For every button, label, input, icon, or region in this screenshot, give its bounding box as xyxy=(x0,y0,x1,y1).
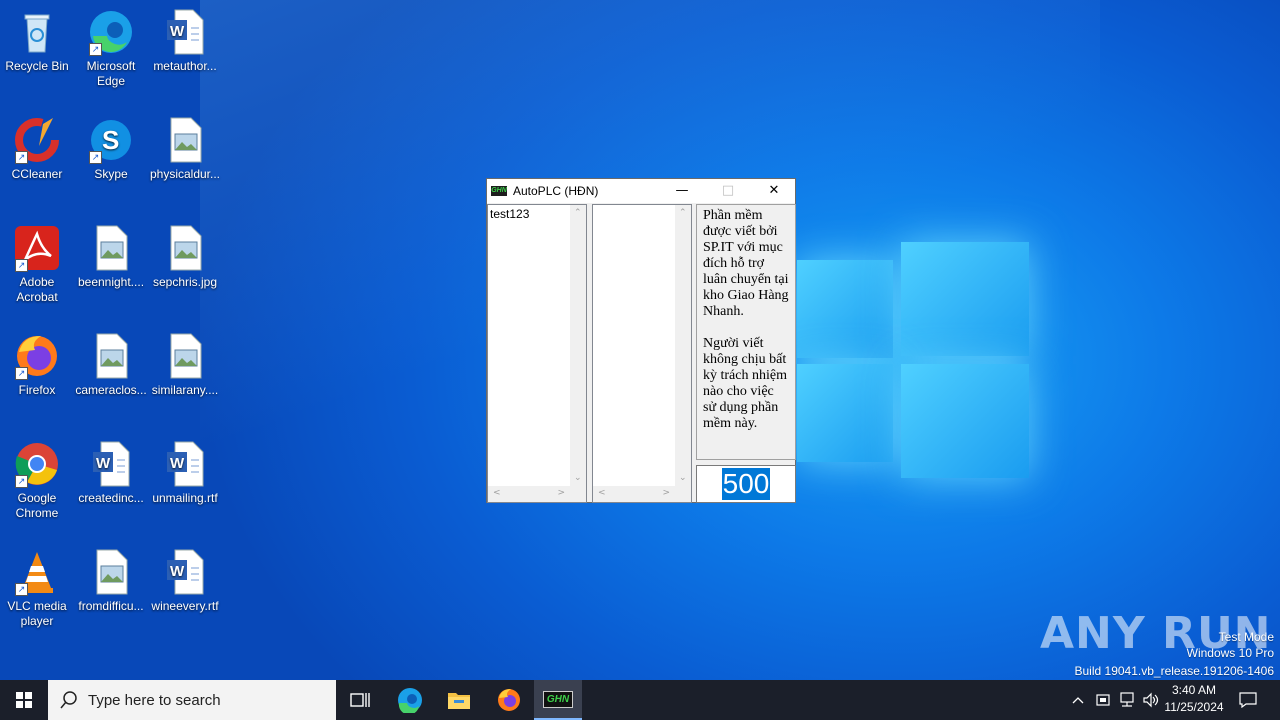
maximize-button[interactable]: □ xyxy=(705,179,751,203)
network-icon xyxy=(1120,692,1134,707)
taskbar-file-explorer-button[interactable] xyxy=(437,680,481,720)
scroll-right-icon[interactable]: > xyxy=(557,488,565,498)
horizontal-scrollbar[interactable]: < > xyxy=(593,486,675,502)
watermark-line3: Build 19041.vb_release.191206-1406 xyxy=(1074,664,1275,678)
desktop-icon-beennight[interactable]: beennight.... xyxy=(74,224,148,290)
desktop-icon-cameraclos[interactable]: cameraclos... xyxy=(74,332,148,398)
search-placeholder: Type here to search xyxy=(88,691,221,709)
disclaimer-text: Phần mềm được viết bởi SP.IT với mục đíc… xyxy=(696,204,796,460)
desktop-icon-google-chrome[interactable]: ↗ Google Chrome xyxy=(0,440,74,521)
show-hidden-icons-button[interactable] xyxy=(1068,680,1088,720)
number-value: 500 xyxy=(721,468,771,500)
acrobat-icon: ↗ xyxy=(13,224,61,272)
word-document-icon: W xyxy=(161,8,209,56)
svg-text:W: W xyxy=(170,455,185,472)
taskbar-clock[interactable]: 3:40 AM 11/25/2024 xyxy=(1160,682,1228,716)
task-view-icon xyxy=(350,693,370,707)
number-input[interactable]: 500 xyxy=(696,465,796,503)
watermark-line2: Windows 10 Pro xyxy=(1186,646,1274,660)
svg-text:S: S xyxy=(102,125,119,155)
desktop-icon-createdinc[interactable]: W createdinc... xyxy=(74,440,148,506)
edge-icon: ↗ xyxy=(87,8,135,56)
svg-text:W: W xyxy=(170,563,185,580)
image-file-icon xyxy=(161,332,209,380)
taskbar-search-box[interactable]: Type here to search xyxy=(48,680,336,720)
desktop-icon-skype[interactable]: S ↗ Skype xyxy=(74,116,148,182)
firefox-icon: ↗ xyxy=(13,332,61,380)
chevron-up-icon xyxy=(1072,697,1084,704)
word-document-icon: W xyxy=(161,548,209,596)
horizontal-scrollbar[interactable]: < > xyxy=(488,486,570,502)
ccleaner-icon: ↗ xyxy=(13,116,61,164)
edge-icon xyxy=(398,688,422,713)
desktop-icon-firefox[interactable]: ↗ Firefox xyxy=(0,332,74,398)
svg-text:W: W xyxy=(170,23,185,40)
ghn-app-icon: GHN xyxy=(491,186,507,196)
image-file-icon xyxy=(87,332,135,380)
list-item[interactable]: test123 xyxy=(490,207,529,221)
volume-button[interactable] xyxy=(1140,680,1162,720)
word-document-icon: W xyxy=(87,440,135,488)
tray-device-icon xyxy=(1096,694,1110,706)
scroll-down-icon[interactable]: ⌄ xyxy=(679,473,687,483)
start-button[interactable] xyxy=(0,680,48,720)
desktop-icon-vlc[interactable]: ↗ VLC media player xyxy=(0,548,74,629)
notification-icon xyxy=(1239,692,1257,708)
firefox-icon xyxy=(498,689,520,711)
vertical-scrollbar[interactable]: ⌃ ⌄ xyxy=(675,205,691,486)
word-document-icon: W xyxy=(161,440,209,488)
clock-date: 11/25/2024 xyxy=(1164,700,1224,714)
task-view-button[interactable] xyxy=(338,680,382,720)
taskbar-firefox-button[interactable] xyxy=(487,680,531,720)
tray-app-button[interactable] xyxy=(1092,680,1114,720)
desktop-icon-sepchris[interactable]: sepchris.jpg xyxy=(148,224,222,290)
minimize-button[interactable]: — xyxy=(659,179,705,203)
image-file-icon xyxy=(161,116,209,164)
search-icon xyxy=(60,691,77,709)
desktop-icon-microsoft-edge[interactable]: ↗ Microsoft Edge xyxy=(74,8,148,89)
scroll-right-icon[interactable]: > xyxy=(662,488,670,498)
windows-logo-wallpaper xyxy=(797,242,1029,478)
volume-icon xyxy=(1143,692,1159,708)
vertical-scrollbar[interactable]: ⌃ ⌄ xyxy=(570,205,586,486)
windows-start-icon xyxy=(16,692,32,708)
ghn-app-icon: GHN xyxy=(542,690,574,708)
desktop-icon-similarany[interactable]: similarany.... xyxy=(148,332,222,398)
listbox-left[interactable]: test123 ⌃ ⌄ < > xyxy=(487,204,587,503)
svg-text:W: W xyxy=(96,455,111,472)
image-file-icon xyxy=(87,548,135,596)
desktop-icon-recycle-bin[interactable]: Recycle Bin xyxy=(0,8,74,74)
autoplc-window: GHN AutoPLC (HĐN) — □ ✕ test123 ⌃ ⌄ < > … xyxy=(486,178,796,503)
image-file-icon xyxy=(161,224,209,272)
chrome-icon: ↗ xyxy=(13,440,61,488)
listbox-right[interactable]: ⌃ ⌄ < > xyxy=(592,204,692,503)
desktop-icon-unmailing[interactable]: W unmailing.rtf xyxy=(148,440,222,506)
clock-time: 3:40 AM xyxy=(1171,683,1217,697)
skype-icon: S ↗ xyxy=(87,116,135,164)
window-titlebar[interactable]: GHN AutoPLC (HĐN) — □ ✕ xyxy=(487,179,795,203)
network-button[interactable] xyxy=(1116,680,1138,720)
taskbar-ghn-app-button[interactable]: GHN xyxy=(534,680,582,720)
scroll-left-icon[interactable]: < xyxy=(598,488,606,498)
desktop-icon-fromdifficu[interactable]: fromdifficu... xyxy=(74,548,148,614)
desktop-icon-physicaldur[interactable]: physicaldur... xyxy=(148,116,222,182)
desktop-icon-wineevery[interactable]: W wineevery.rtf xyxy=(148,548,222,614)
taskbar-edge-button[interactable] xyxy=(388,680,432,720)
image-file-icon xyxy=(87,224,135,272)
recycle-bin-icon xyxy=(13,8,61,56)
vlc-cone-icon: ↗ xyxy=(13,548,61,596)
desktop-icon-ccleaner[interactable]: ↗ CCleaner xyxy=(0,116,74,182)
scroll-up-icon[interactable]: ⌃ xyxy=(574,208,582,218)
scroll-down-icon[interactable]: ⌄ xyxy=(574,473,582,483)
scroll-up-icon[interactable]: ⌃ xyxy=(679,208,687,218)
notifications-button[interactable] xyxy=(1232,680,1264,720)
scroll-left-icon[interactable]: < xyxy=(493,488,501,498)
taskbar: Type here to search GHN 3:40 AM 11/25/20… xyxy=(0,680,1280,720)
close-button[interactable]: ✕ xyxy=(751,179,797,203)
desktop-icon-adobe-acrobat[interactable]: ↗ Adobe Acrobat xyxy=(0,224,74,305)
watermark-line1: Test Mode xyxy=(1218,630,1274,644)
window-title: AutoPLC (HĐN) xyxy=(513,184,599,198)
folder-icon xyxy=(448,693,470,709)
desktop-icon-metauthor[interactable]: W metauthor... xyxy=(148,8,222,74)
